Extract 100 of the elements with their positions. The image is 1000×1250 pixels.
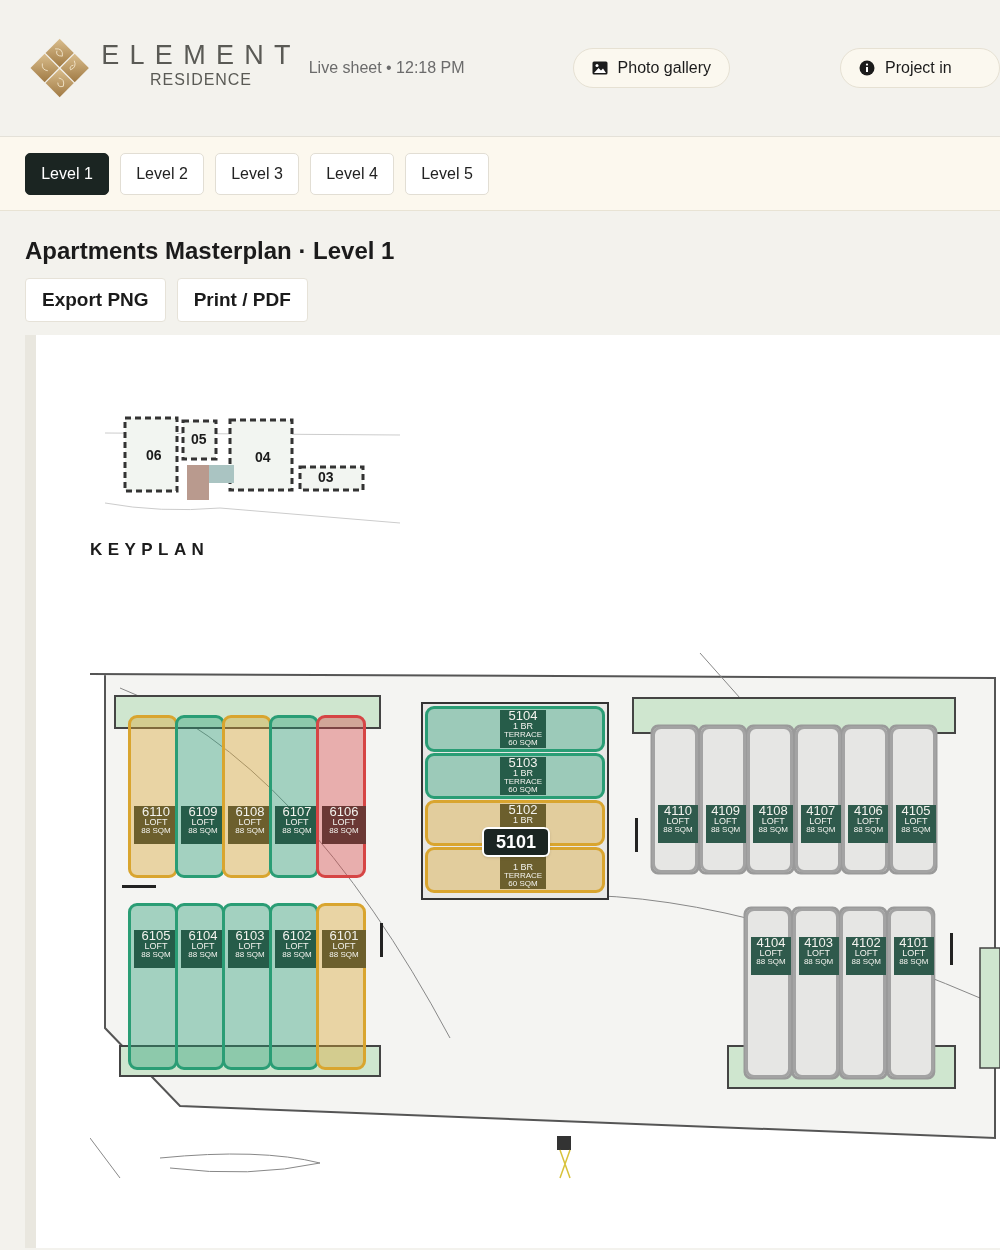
unit-type: LOFT bbox=[856, 817, 880, 826]
unit-type: LOFT bbox=[809, 817, 833, 826]
keyplan-block-label: 05 bbox=[191, 432, 207, 446]
unit-outline[interactable]: 6104 LOFT 88 SQM bbox=[175, 903, 225, 1070]
unit-number: 4108 bbox=[758, 805, 788, 817]
keyplan-block-label: 06 bbox=[146, 448, 162, 462]
unit-outline[interactable]: 4106 LOFT 88 SQM bbox=[842, 726, 889, 873]
unit-number: 4101 bbox=[899, 937, 929, 949]
unit-number: 4110 bbox=[664, 805, 692, 817]
unit-number: 6104 bbox=[188, 930, 218, 942]
unit-type: LOFT bbox=[854, 949, 878, 958]
unit-outline[interactable]: 6110 LOFT 88 SQM bbox=[128, 715, 178, 878]
unit-area: 60 SQM bbox=[508, 786, 538, 794]
unit-number: 6102 bbox=[282, 930, 312, 942]
brand-subtitle: RESIDENCE bbox=[150, 70, 252, 90]
unit-area: 88 SQM bbox=[141, 951, 171, 959]
unit-number: 6106 bbox=[329, 806, 359, 818]
unit-type: 1 BR bbox=[513, 722, 533, 731]
unit-outline[interactable]: 4101 LOFT 88 SQM bbox=[887, 908, 934, 1078]
unit-outline[interactable]: 4102 LOFT 88 SQM bbox=[840, 908, 887, 1078]
unit-type: 1 BR bbox=[513, 769, 533, 778]
unit-number: 4102 bbox=[851, 937, 881, 949]
print-button[interactable]: Print / PDF bbox=[176, 278, 308, 322]
level-tab[interactable]: Level 1 bbox=[25, 152, 109, 195]
unit-area: 88 SQM bbox=[851, 958, 881, 966]
brand-name: ELEMENT bbox=[101, 40, 301, 70]
unit-outline[interactable]: 4104 LOFT 88 SQM bbox=[745, 908, 791, 1078]
unit-number: 5103 bbox=[508, 757, 538, 769]
level-tab[interactable]: Level 2 bbox=[120, 152, 204, 195]
unit-type: LOFT bbox=[238, 942, 262, 951]
unit-type: LOFT bbox=[144, 942, 168, 951]
unit-area: 88 SQM bbox=[756, 958, 786, 966]
unit-type: LOFT bbox=[332, 818, 356, 827]
unit-area: 88 SQM bbox=[188, 951, 218, 959]
unit-area: 88 SQM bbox=[188, 827, 218, 835]
unit-outline[interactable]: 5104 1 BR TERRACE 60 SQM bbox=[425, 706, 605, 752]
unit-area: 88 SQM bbox=[806, 826, 836, 834]
photo-gallery-button[interactable]: Photo gallery bbox=[572, 48, 730, 88]
unit-outline[interactable]: 6106 LOFT 88 SQM bbox=[316, 715, 366, 878]
unit-type: LOFT bbox=[759, 949, 783, 958]
unit-number: 6101 bbox=[329, 930, 359, 942]
level-tab[interactable]: Level 5 bbox=[405, 152, 489, 195]
unit-area: 88 SQM bbox=[853, 826, 884, 834]
unit-type: LOFT bbox=[714, 817, 738, 826]
unit-number: 4105 bbox=[901, 805, 931, 817]
unit-outline[interactable]: 4108 LOFT 88 SQM bbox=[747, 726, 794, 873]
unit-outline[interactable]: 6102 LOFT 88 SQM bbox=[269, 903, 319, 1070]
level-tab[interactable]: Level 3 bbox=[215, 152, 299, 195]
unit-outline[interactable]: 6107 LOFT 88 SQM bbox=[269, 715, 319, 878]
unit-outline[interactable]: 6108 LOFT 88 SQM bbox=[222, 715, 272, 878]
unit-area: 88 SQM bbox=[141, 827, 171, 835]
unit-area: 60 SQM bbox=[508, 880, 538, 888]
export-button[interactable]: Export PNG bbox=[25, 278, 166, 322]
unit-number: 6103 bbox=[235, 930, 265, 942]
unit-outline[interactable]: 4109 LOFT 88 SQM bbox=[699, 726, 746, 873]
unit-area: 88 SQM bbox=[663, 826, 693, 834]
unit-number: 4109 bbox=[711, 805, 741, 817]
unit-area: 88 SQM bbox=[710, 826, 741, 834]
unit-number: 6108 bbox=[235, 806, 265, 818]
unit-area: 88 SQM bbox=[235, 951, 265, 959]
keyplan-label: KEYPLAN bbox=[90, 541, 210, 558]
unit-number: 6109 bbox=[188, 806, 218, 818]
page-title: Apartments Masterplan · Level 1 bbox=[25, 236, 396, 266]
unit-number: 4106 bbox=[853, 805, 883, 817]
unit-type: LOFT bbox=[666, 817, 690, 826]
unit-number: 5102 bbox=[508, 804, 538, 816]
unit-type: LOFT bbox=[285, 942, 309, 951]
unit-outline[interactable]: 6103 LOFT 88 SQM bbox=[222, 903, 272, 1070]
unit-type: LOFT bbox=[191, 942, 215, 951]
unit-outline[interactable]: 5103 1 BR TERRACE 60 SQM bbox=[425, 753, 605, 799]
unit-number: 5104 bbox=[508, 710, 538, 722]
unit-outline[interactable]: 1 BR TERRACE 60 SQM bbox=[425, 847, 605, 893]
unit-outline[interactable]: 6109 LOFT 88 SQM bbox=[175, 715, 225, 878]
unit-type: 1 BR bbox=[513, 863, 533, 872]
unit-outline[interactable]: 6101 LOFT 88 SQM bbox=[316, 903, 366, 1070]
unit-outline[interactable]: 4107 LOFT 88 SQM bbox=[794, 726, 841, 873]
unit-type: 1 BR bbox=[513, 816, 533, 825]
unit-area: 88 SQM bbox=[282, 951, 312, 959]
unit-type: LOFT bbox=[191, 818, 215, 827]
unit-outline[interactable]: 4110 LOFT 88 SQM bbox=[652, 726, 698, 873]
unit-tooltip: 5101 bbox=[482, 827, 550, 857]
unit-number: 6107 bbox=[282, 806, 312, 818]
unit-type: LOFT bbox=[238, 818, 262, 827]
unit-number: 4103 bbox=[804, 937, 834, 949]
unit-outline[interactable]: 4103 LOFT 88 SQM bbox=[792, 908, 839, 1078]
unit-type: LOFT bbox=[332, 942, 356, 951]
keyplan-block-label: 04 bbox=[255, 450, 271, 464]
unit-note: TERRACE bbox=[503, 731, 543, 739]
unit-area: 88 SQM bbox=[803, 958, 834, 966]
unit-type: LOFT bbox=[807, 949, 831, 958]
project-info-button[interactable]: Project in bbox=[840, 48, 1000, 88]
unit-type: LOFT bbox=[761, 817, 785, 826]
unit-number: 4104 bbox=[756, 937, 786, 949]
unit-type: LOFT bbox=[144, 818, 168, 827]
unit-number: 6110 bbox=[142, 806, 170, 818]
keyplan-block-label: 03 bbox=[318, 470, 334, 484]
unit-outline[interactable]: 4105 LOFT 88 SQM bbox=[890, 726, 936, 873]
unit-area: 88 SQM bbox=[899, 958, 929, 966]
unit-outline[interactable]: 6105 LOFT 88 SQM bbox=[128, 903, 178, 1070]
level-tab[interactable]: Level 4 bbox=[310, 152, 394, 195]
